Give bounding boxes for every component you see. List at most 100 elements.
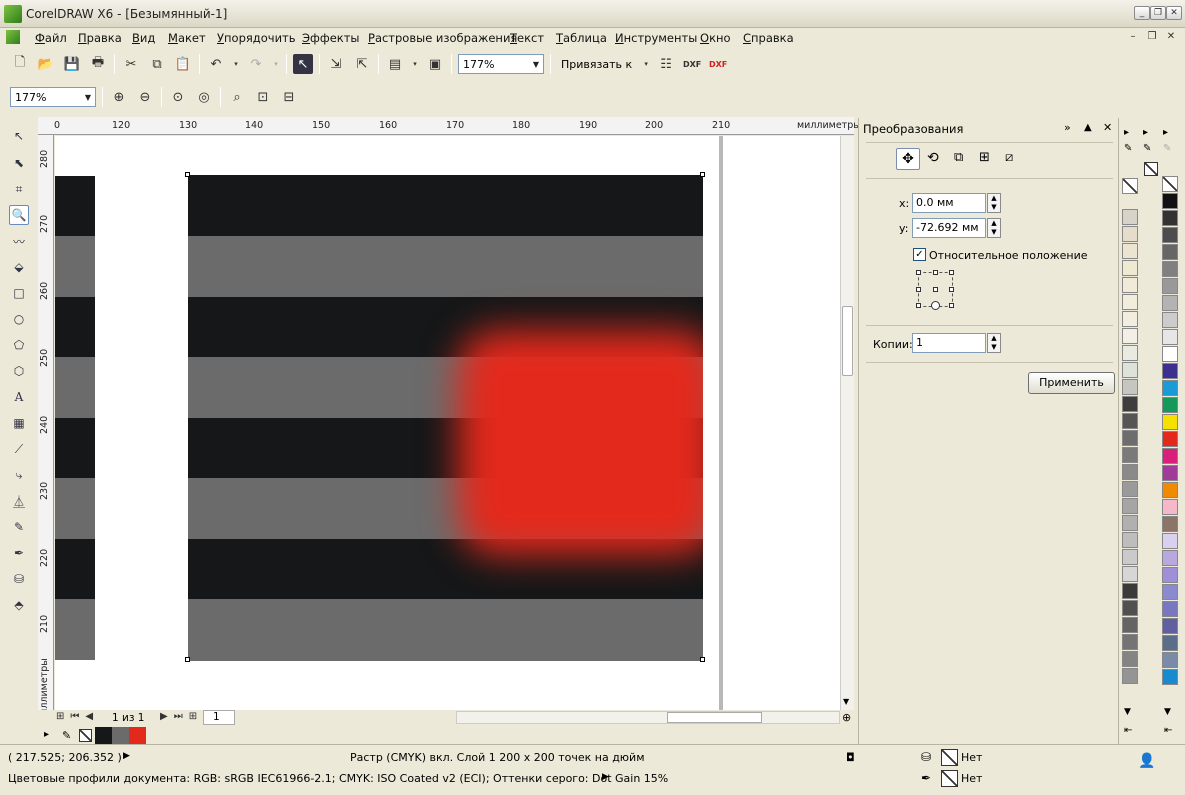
palette-swatch[interactable]: [1162, 312, 1178, 328]
search-content-icon[interactable]: ↖: [293, 54, 313, 74]
menu-file[interactable]: Файл: [35, 31, 67, 45]
palette-swatch[interactable]: [1122, 226, 1138, 242]
doc-minimize-button[interactable]: –: [1126, 30, 1140, 44]
palette-menu-icon[interactable]: ▸: [1143, 127, 1148, 138]
menu-layout[interactable]: Макет: [168, 31, 206, 45]
palette-swatch[interactable]: [1122, 413, 1138, 429]
palette-swatch[interactable]: [1122, 600, 1138, 616]
connector-tool-icon[interactable]: ⤷: [9, 465, 29, 485]
palette-swatch[interactable]: [1122, 260, 1138, 276]
export-icon[interactable]: ⇱: [352, 54, 372, 74]
dxf-export-icon[interactable]: DXF: [682, 54, 702, 74]
skew-icon[interactable]: ⧄: [1005, 150, 1013, 165]
ellipse-tool-icon[interactable]: ○: [9, 309, 29, 329]
menu-edit[interactable]: Правка: [78, 31, 122, 45]
play-icon[interactable]: ▶: [602, 772, 609, 782]
palette-swatch[interactable]: [1122, 328, 1138, 344]
palette-swatch[interactable]: [1122, 430, 1138, 446]
cut-icon[interactable]: ✂: [121, 54, 141, 74]
doc-restore-button[interactable]: ❐: [1145, 30, 1159, 44]
zoom-tool-icon[interactable]: 🔍: [9, 205, 29, 225]
x-position-input[interactable]: 0.0 мм: [912, 193, 986, 213]
fill-tool-icon[interactable]: ⛁: [9, 569, 29, 589]
palette-swatch[interactable]: [1162, 465, 1178, 481]
y-spinner[interactable]: ▲ ▼: [987, 218, 1001, 238]
menu-window[interactable]: Окно: [700, 31, 731, 45]
text-tool-icon[interactable]: A: [9, 387, 29, 407]
outline-pen-tool-icon[interactable]: ✒: [9, 543, 29, 563]
palette-swatch[interactable]: [1162, 448, 1178, 464]
position-icon[interactable]: ✥: [896, 148, 920, 170]
palette-swatch[interactable]: [1122, 668, 1138, 684]
palette-swatch[interactable]: [1162, 618, 1178, 634]
page-tab[interactable]: 1: [203, 710, 235, 725]
palette-swatch[interactable]: [1122, 617, 1138, 633]
copies-input[interactable]: 1: [912, 333, 986, 353]
fill-none-swatch[interactable]: [941, 749, 958, 766]
selected-bitmap[interactable]: [188, 175, 703, 661]
doc-close-button[interactable]: ✕: [1164, 30, 1178, 44]
doc-swatch-red[interactable]: [129, 727, 146, 744]
no-color-swatch[interactable]: [1144, 162, 1158, 176]
zoom-level-select[interactable]: 177% ▼: [458, 54, 544, 74]
scroll-down-icon[interactable]: ▼: [843, 697, 849, 706]
zoom-in-icon[interactable]: ⊕: [109, 87, 129, 107]
palette-swatch[interactable]: [1122, 396, 1138, 412]
palette-swatch[interactable]: [1162, 380, 1178, 396]
left-image-stripe[interactable]: [55, 176, 95, 236]
options-icon[interactable]: ☷: [656, 54, 676, 74]
basic-shapes-tool-icon[interactable]: ⬡: [9, 361, 29, 381]
close-button[interactable]: ✕: [1166, 6, 1182, 20]
palette-swatch[interactable]: [1122, 464, 1138, 480]
eyedropper-icon[interactable]: ✎: [1124, 143, 1132, 154]
palette-swatch[interactable]: [1162, 363, 1178, 379]
palette-swatch[interactable]: [1162, 210, 1178, 226]
left-image-stripe[interactable]: [55, 478, 95, 539]
palette-swatch[interactable]: [1162, 499, 1178, 515]
menu-view[interactable]: Вид: [132, 31, 155, 45]
palette-swatch[interactable]: [1162, 584, 1178, 600]
dxf-import-icon[interactable]: DXF: [708, 54, 728, 74]
freehand-tool-icon[interactable]: 〰: [9, 231, 29, 251]
import-icon[interactable]: ⇲: [326, 54, 346, 74]
palette-swatch[interactable]: [1162, 635, 1178, 651]
horizontal-scrollbar[interactable]: [456, 711, 840, 724]
palette-swatch[interactable]: [1162, 414, 1178, 430]
menu-bitmaps[interactable]: Растровые изображения: [368, 31, 517, 45]
menu-text[interactable]: Текст: [510, 31, 544, 45]
palette-swatch[interactable]: [1122, 549, 1138, 565]
zoom-page-icon[interactable]: ⌕: [227, 87, 247, 107]
color-proof-icon[interactable]: ◘: [846, 751, 855, 764]
anchor-grid[interactable]: [916, 270, 954, 310]
palette-swatch[interactable]: [1162, 567, 1178, 583]
palette-swatch[interactable]: [1162, 516, 1178, 532]
palette-swatch[interactable]: [1162, 652, 1178, 668]
smart-fill-tool-icon[interactable]: ⬙: [9, 257, 29, 277]
undo-dropdown-icon[interactable]: ▾: [232, 54, 240, 74]
palette-swatch[interactable]: [1162, 295, 1178, 311]
palette-swatch[interactable]: [1162, 244, 1178, 260]
palette-swatch[interactable]: [1122, 345, 1138, 361]
left-image-stripe[interactable]: [55, 599, 95, 660]
palette-swatch[interactable]: [1162, 431, 1178, 447]
palette-swatch[interactable]: [1122, 634, 1138, 650]
palette-swatch[interactable]: [1162, 227, 1178, 243]
palette-swatch[interactable]: [1162, 669, 1178, 685]
scroll-down-icon[interactable]: ▼: [1124, 707, 1131, 717]
palette-swatch[interactable]: [1162, 550, 1178, 566]
palette-swatch[interactable]: [1162, 329, 1178, 345]
palette-swatch[interactable]: [1122, 447, 1138, 463]
palette-swatch[interactable]: [1122, 532, 1138, 548]
vertical-scroll-thumb[interactable]: [842, 306, 853, 376]
y-position-input[interactable]: -72.692 мм: [912, 218, 986, 238]
doc-swatch-dark[interactable]: [95, 727, 112, 744]
palette-swatch[interactable]: [1122, 311, 1138, 327]
palette-swatch[interactable]: [1162, 601, 1178, 617]
zoom-page-height-icon[interactable]: ⊟: [279, 87, 299, 107]
palette-swatch[interactable]: [1122, 294, 1138, 310]
menu-tools[interactable]: Инструменты: [615, 31, 697, 45]
menu-effects[interactable]: Эффекты: [302, 31, 360, 45]
rectangle-tool-icon[interactable]: □: [9, 283, 29, 303]
eyedropper-tool-icon[interactable]: ✎: [9, 517, 29, 537]
new-document-icon[interactable]: 🗋: [10, 54, 30, 74]
